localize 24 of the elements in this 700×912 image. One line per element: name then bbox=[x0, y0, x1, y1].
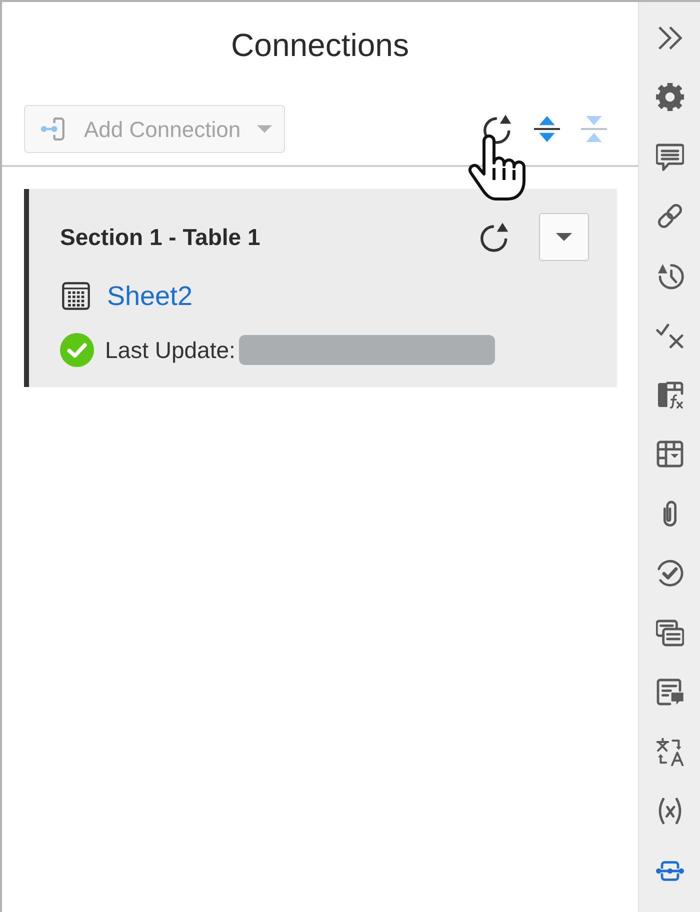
history-icon[interactable] bbox=[656, 262, 684, 290]
document-comment-icon[interactable] bbox=[656, 678, 684, 706]
panel-title: Connections bbox=[231, 26, 409, 64]
table-dropdown-icon[interactable] bbox=[656, 440, 684, 468]
hand-cursor-icon bbox=[466, 134, 527, 202]
speech-bubble-icon[interactable] bbox=[656, 142, 684, 171]
caret-icon bbox=[556, 233, 572, 241]
spreadsheet-icon bbox=[62, 282, 90, 310]
link-icon[interactable] bbox=[656, 202, 684, 230]
dropdown-button[interactable] bbox=[539, 213, 589, 261]
last-update-label: Last Update: bbox=[105, 336, 236, 365]
translate-icon[interactable] bbox=[656, 738, 684, 766]
settings-icon[interactable] bbox=[656, 83, 684, 112]
stacked-messages-icon[interactable] bbox=[656, 618, 684, 647]
table-formula-icon[interactable] bbox=[656, 380, 684, 409]
refresh-icon[interactable] bbox=[483, 114, 513, 144]
sheet-link[interactable]: Sheet2 bbox=[107, 276, 193, 316]
caret-icon bbox=[257, 125, 272, 133]
double-chevron-icon[interactable] bbox=[658, 26, 682, 50]
check-cross-icon[interactable] bbox=[656, 321, 684, 350]
refresh-icon[interactable] bbox=[480, 222, 510, 252]
check-circle-icon[interactable] bbox=[656, 559, 684, 588]
expand-icon[interactable] bbox=[534, 115, 560, 143]
connection-title: Section 1 - Table 1 bbox=[60, 222, 262, 252]
